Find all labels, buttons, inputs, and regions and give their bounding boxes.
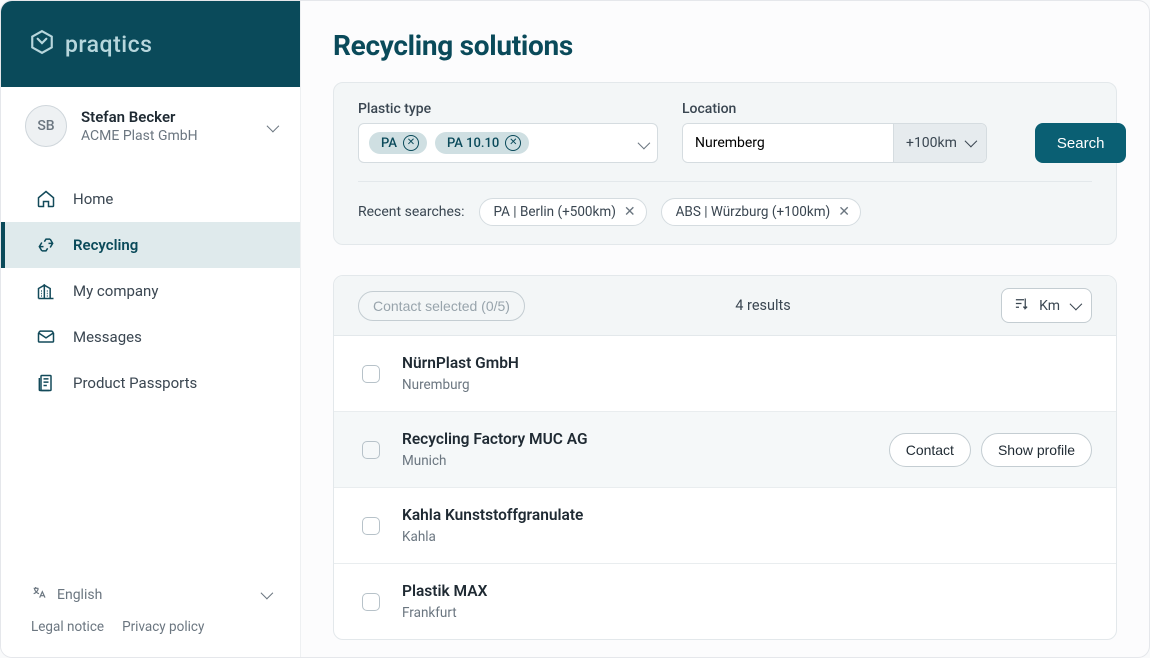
plastic-chip: PA 10.10 ✕ <box>435 132 529 154</box>
language-label: English <box>57 587 102 603</box>
recycling-icon <box>35 234 57 256</box>
result-info: Recycling Factory MUC AG Munich <box>402 430 867 469</box>
nav-item-label: Home <box>73 190 113 208</box>
language-icon <box>31 585 47 605</box>
nav-item-my-company[interactable]: My company <box>1 268 300 314</box>
sidebar: praqtics SB Stefan Becker ACME Plast Gmb… <box>1 1 301 657</box>
location-label: Location <box>682 101 987 117</box>
user-info: Stefan Becker ACME Plast GmbH <box>81 108 253 144</box>
result-name: NürnPlast GmbH <box>402 354 1092 372</box>
nav-item-label: Product Passports <box>73 374 197 392</box>
chip-remove-icon[interactable]: ✕ <box>505 135 521 151</box>
sort-icon <box>1014 296 1029 315</box>
result-checkbox[interactable] <box>362 593 380 611</box>
recent-search-chip[interactable]: PA | Berlin (+500km) ✕ <box>479 198 647 226</box>
nav: Home Recycling My company Messages Product P… <box>1 166 300 567</box>
result-location: Munich <box>402 453 867 469</box>
nav-item-recycling[interactable]: Recycling <box>1 222 300 268</box>
user-name: Stefan Becker <box>81 108 253 126</box>
sidebar-footer: English Legal notice Privacy policy <box>1 567 300 657</box>
result-row[interactable]: Plastik MAX Frankfurt <box>334 563 1116 639</box>
main-content: Recycling solutions Plastic type PA✕PA 1… <box>301 1 1149 657</box>
recent-searches-label: Recent searches: <box>358 204 465 220</box>
recent-chip-label: PA | Berlin (+500km) <box>494 204 616 220</box>
footer-link-privacy[interactable]: Privacy policy <box>122 619 204 635</box>
result-row[interactable]: NürnPlast GmbH Nuremburg <box>334 336 1116 411</box>
recent-chip-label: ABS | Würzburg (+100km) <box>676 204 831 220</box>
chevron-down-icon <box>965 135 974 151</box>
result-location: Frankfurt <box>402 605 1092 621</box>
location-combo: +100km <box>682 123 987 163</box>
results-list: NürnPlast GmbH Nuremburg Recycling Factory… <box>334 336 1116 639</box>
chevron-down-icon <box>267 117 276 136</box>
row-actions: Contact Show profile <box>889 433 1092 467</box>
plastic-chip: PA ✕ <box>369 132 427 154</box>
home-icon <box>35 188 57 210</box>
nav-item-label: My company <box>73 282 158 300</box>
product-passports-icon <box>35 372 57 394</box>
result-name: Kahla Kunststoffgranulate <box>402 506 1092 524</box>
recent-searches-row: Recent searches: PA | Berlin (+500km)✕AB… <box>358 182 1092 226</box>
chip-remove-icon[interactable]: ✕ <box>624 204 636 220</box>
result-info: Plastik MAX Frankfurt <box>402 582 1092 621</box>
result-location: Nuremburg <box>402 377 1092 393</box>
results-count: 4 results <box>541 297 985 314</box>
messages-icon <box>35 326 57 348</box>
show-profile-button[interactable]: Show profile <box>981 433 1092 467</box>
search-button[interactable]: Search <box>1035 123 1127 163</box>
search-row: Plastic type PA ✕ PA 10.10 ✕ Location +100k… <box>358 101 1092 182</box>
chevron-down-icon <box>1070 298 1079 314</box>
chip-label: PA 10.10 <box>447 136 499 151</box>
contact-selected-button[interactable]: Contact selected (0/5) <box>358 291 525 321</box>
chevron-down-icon <box>261 587 270 603</box>
nav-item-messages[interactable]: Messages <box>1 314 300 360</box>
nav-item-product-passports[interactable]: Product Passports <box>1 360 300 406</box>
footer-link-legal[interactable]: Legal notice <box>31 619 104 635</box>
brand-logo-icon <box>29 29 55 59</box>
my-company-icon <box>35 280 57 302</box>
chip-label: PA <box>381 136 397 151</box>
plastic-type-group: Plastic type PA ✕ PA 10.10 ✕ <box>358 101 658 163</box>
app-frame: praqtics SB Stefan Becker ACME Plast Gmb… <box>0 0 1150 658</box>
user-menu[interactable]: SB Stefan Becker ACME Plast GmbH <box>1 87 300 166</box>
nav-item-label: Messages <box>73 328 142 346</box>
plastic-type-select[interactable]: PA ✕ PA 10.10 ✕ <box>358 123 658 163</box>
plastic-type-label: Plastic type <box>358 101 658 117</box>
distance-value: +100km <box>906 135 957 151</box>
recent-search-chip[interactable]: ABS | Würzburg (+100km) ✕ <box>661 198 861 226</box>
result-checkbox[interactable] <box>362 517 380 535</box>
result-info: Kahla Kunststoffgranulate Kahla <box>402 506 1092 545</box>
sort-select[interactable]: Km <box>1001 288 1092 323</box>
result-checkbox[interactable] <box>362 365 380 383</box>
footer-links: Legal notice Privacy policy <box>31 619 270 635</box>
nav-item-home[interactable]: Home <box>1 176 300 222</box>
result-checkbox[interactable] <box>362 441 380 459</box>
results-header: Contact selected (0/5) 4 results Km <box>334 276 1116 336</box>
result-row[interactable]: Kahla Kunststoffgranulate Kahla <box>334 487 1116 563</box>
search-panel: Plastic type PA ✕ PA 10.10 ✕ Location +100k… <box>333 82 1117 245</box>
brand-name: praqtics <box>65 31 152 58</box>
avatar: SB <box>25 105 67 147</box>
page-title: Recycling solutions <box>333 29 1117 62</box>
result-name: Recycling Factory MUC AG <box>402 430 867 448</box>
result-location: Kahla <box>402 529 1092 545</box>
location-group: Location +100km <box>682 101 987 163</box>
distance-select[interactable]: +100km <box>893 124 986 162</box>
chip-remove-icon[interactable]: ✕ <box>838 204 850 220</box>
result-info: NürnPlast GmbH Nuremburg <box>402 354 1092 393</box>
results-panel: Contact selected (0/5) 4 results Km Nürn… <box>333 275 1117 640</box>
chevron-down-icon <box>638 134 647 153</box>
brand-header: praqtics <box>1 1 300 87</box>
chip-remove-icon[interactable]: ✕ <box>403 135 419 151</box>
sort-label: Km <box>1039 298 1060 314</box>
nav-item-label: Recycling <box>73 236 138 254</box>
language-select[interactable]: English <box>31 585 270 619</box>
location-input[interactable] <box>683 124 885 162</box>
result-row[interactable]: Recycling Factory MUC AG Munich Contact Sho… <box>334 411 1116 487</box>
contact-button[interactable]: Contact <box>889 433 971 467</box>
user-company: ACME Plast GmbH <box>81 128 253 144</box>
result-name: Plastik MAX <box>402 582 1092 600</box>
